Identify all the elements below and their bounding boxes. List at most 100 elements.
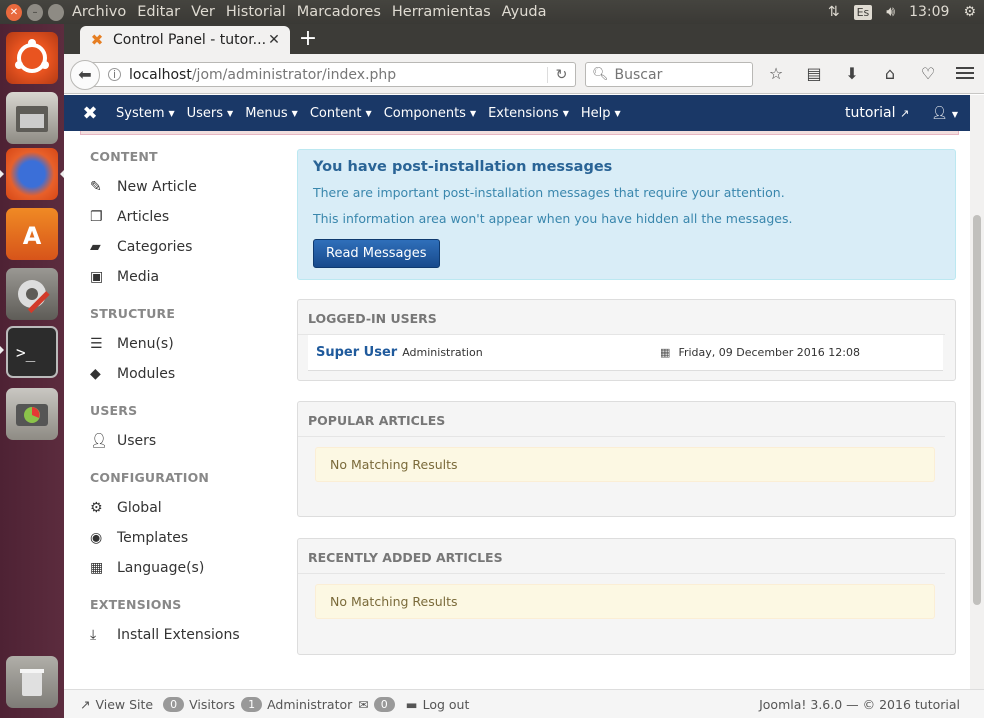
volume-icon[interactable]: 🔊︎ <box>886 4 895 20</box>
table-row: Super User Administration ▦ Friday, 09 De… <box>308 335 943 371</box>
terminal-icon[interactable]: >_ <box>6 326 58 378</box>
url-bar[interactable]: i localhost/jom/administrator/index.php … <box>90 62 576 87</box>
svg-text:>_: >_ <box>16 343 36 362</box>
scroll-thumb[interactable] <box>973 215 981 605</box>
nav-menus[interactable]: Menus ▼ <box>245 106 298 121</box>
nav-content[interactable]: Content ▼ <box>310 106 372 121</box>
download-arrow-icon[interactable]: ⬇ <box>840 64 864 83</box>
sidebar-heading-users: USERS <box>90 403 138 418</box>
new-tab-button[interactable]: + <box>296 26 320 52</box>
user-name-link[interactable]: Super User <box>316 345 397 360</box>
system-settings-icon[interactable] <box>6 268 58 320</box>
visitors-count: 0 Visitors <box>163 696 235 712</box>
no-results-message: No Matching Results <box>315 584 935 619</box>
menu-editar[interactable]: Editar <box>137 4 180 20</box>
browser-window: ✖ Control Panel - tutor... ✕ + i localho… <box>64 24 984 718</box>
network-icon[interactable]: ⇅ <box>828 4 840 20</box>
sidebar-item-label: Users <box>117 433 157 449</box>
nav-system[interactable]: System ▼ <box>116 106 175 121</box>
joomla-logo-icon[interactable]: ✖ <box>64 103 116 124</box>
bookmark-star-icon[interactable]: ☆ <box>764 64 788 83</box>
power-gear-icon[interactable]: ⚙ <box>963 4 976 20</box>
tab-bar: ✖ Control Panel - tutor... ✕ + <box>64 24 984 54</box>
hamburger-menu-icon[interactable] <box>956 64 974 82</box>
tab-title: Control Panel - tutor... <box>113 32 266 48</box>
nav-components[interactable]: Components ▼ <box>384 106 476 121</box>
pencil-icon: ✎ <box>90 179 102 195</box>
back-button[interactable]: ⬅ <box>70 60 100 90</box>
sidebar-item-articles[interactable]: ❐ Articles <box>90 202 290 232</box>
sidebar-item-label: Menu(s) <box>117 336 174 352</box>
menu-marcadores[interactable]: Marcadores <box>297 4 381 20</box>
search-bar[interactable]: 🔍︎ <box>585 62 753 87</box>
view-site-link[interactable]: ↗ View Site <box>80 697 153 712</box>
recent-heading: RECENTLY ADDED ARTICLES <box>298 539 945 574</box>
logged-in-heading: LOGGED-IN USERS <box>298 300 945 335</box>
menu-ver[interactable]: Ver <box>191 4 215 20</box>
sidebar-item-users[interactable]: 👤︎ Users <box>90 426 290 456</box>
reload-icon[interactable]: ↻ <box>547 66 575 83</box>
tab-control-panel[interactable]: ✖ Control Panel - tutor... ✕ <box>80 26 290 54</box>
tab-close-icon[interactable]: ✕ <box>266 32 282 48</box>
close-window-button[interactable]: ✕ <box>6 3 22 21</box>
external-link-icon: ↗ <box>899 107 910 120</box>
post-install-title: You have post-installation messages <box>313 159 613 175</box>
folder-icon: ▰ <box>90 239 101 255</box>
pocket-icon[interactable]: ♡ <box>916 64 940 83</box>
launcher: A >_ <box>0 24 64 718</box>
info-icon[interactable]: i <box>108 68 121 81</box>
sidebar-item-media[interactable]: ▣ Media <box>90 262 290 292</box>
cube-icon: ◆ <box>90 366 101 382</box>
navigation-toolbar: i localhost/jom/administrator/index.php … <box>64 54 984 94</box>
page-scrollbar[interactable] <box>970 95 984 689</box>
sidebar-item-install-extensions[interactable]: ⤓ Install Extensions <box>90 620 290 650</box>
menu-historial[interactable]: Historial <box>226 4 286 20</box>
running-app-indicator <box>0 346 4 354</box>
read-messages-button[interactable]: Read Messages <box>313 239 440 268</box>
logout-link[interactable]: ▬ Log out <box>406 697 470 712</box>
stack-icon: ❐ <box>90 209 103 225</box>
sidebar-item-menu-s[interactable]: ☰ Menu(s) <box>90 329 290 359</box>
files-icon[interactable] <box>6 92 58 144</box>
nav-help[interactable]: Help ▼ <box>581 106 621 121</box>
gear-icon: ⚙ <box>90 500 103 516</box>
sidebar-item-modules[interactable]: ◆ Modules <box>90 359 290 389</box>
sidebar-item-categories[interactable]: ▰ Categories <box>90 232 290 262</box>
sidebar-item-label: Media <box>117 269 160 285</box>
software-center-icon[interactable]: A <box>6 208 58 260</box>
nav-extensions[interactable]: Extensions ▼ <box>488 106 569 121</box>
minus-icon: ▬ <box>405 696 418 712</box>
trash-icon[interactable] <box>6 656 58 708</box>
reading-list-icon[interactable]: ▤ <box>802 64 826 83</box>
sidebar-item-label: Templates <box>117 530 189 546</box>
minimize-window-button[interactable]: – <box>27 3 43 21</box>
url-host: localhost <box>129 66 192 83</box>
sidebar-item-new-article[interactable]: ✎ New Article <box>90 172 290 202</box>
home-icon[interactable]: ⌂ <box>878 64 902 83</box>
clock[interactable]: 13:09 <box>909 4 949 20</box>
menu-archivo[interactable]: Archivo <box>72 4 126 20</box>
search-input[interactable] <box>614 66 745 83</box>
popular-heading: POPULAR ARTICLES <box>298 402 945 437</box>
disk-usage-icon[interactable] <box>6 388 58 440</box>
menu-ayuda[interactable]: Ayuda <box>502 4 547 20</box>
system-indicators: ⇅ Es 🔊︎ 13:09 ⚙ <box>828 4 976 20</box>
sidebar-heading-configuration: CONFIGURATION <box>90 470 210 485</box>
nav-right: tutorial ↗ 👤︎ ▼ <box>845 105 958 121</box>
maximize-window-button[interactable] <box>48 3 64 21</box>
firefox-icon[interactable] <box>6 148 58 200</box>
site-link[interactable]: tutorial ↗ <box>845 105 909 121</box>
ubuntu-dash-icon[interactable] <box>6 32 58 84</box>
sidebar-item-language-s[interactable]: ▦ Language(s) <box>90 553 290 583</box>
sidebar-item-label: Install Extensions <box>117 627 240 643</box>
nav-users[interactable]: Users ▼ <box>187 106 234 121</box>
logged-in-users-panel: LOGGED-IN USERS Super User Administratio… <box>297 299 956 381</box>
menu-herramientas[interactable]: Herramientas <box>392 4 491 20</box>
keyboard-layout[interactable]: Es <box>853 4 873 20</box>
user-menu[interactable]: 👤︎ ▼ <box>931 106 958 121</box>
messages-count[interactable]: ✉ 0 <box>358 696 399 712</box>
sidebar-item-global[interactable]: ⚙ Global <box>90 493 290 523</box>
no-results-message: No Matching Results <box>315 447 935 482</box>
sidebar-item-templates[interactable]: ◉ Templates <box>90 523 290 553</box>
alert-strip <box>80 131 959 135</box>
